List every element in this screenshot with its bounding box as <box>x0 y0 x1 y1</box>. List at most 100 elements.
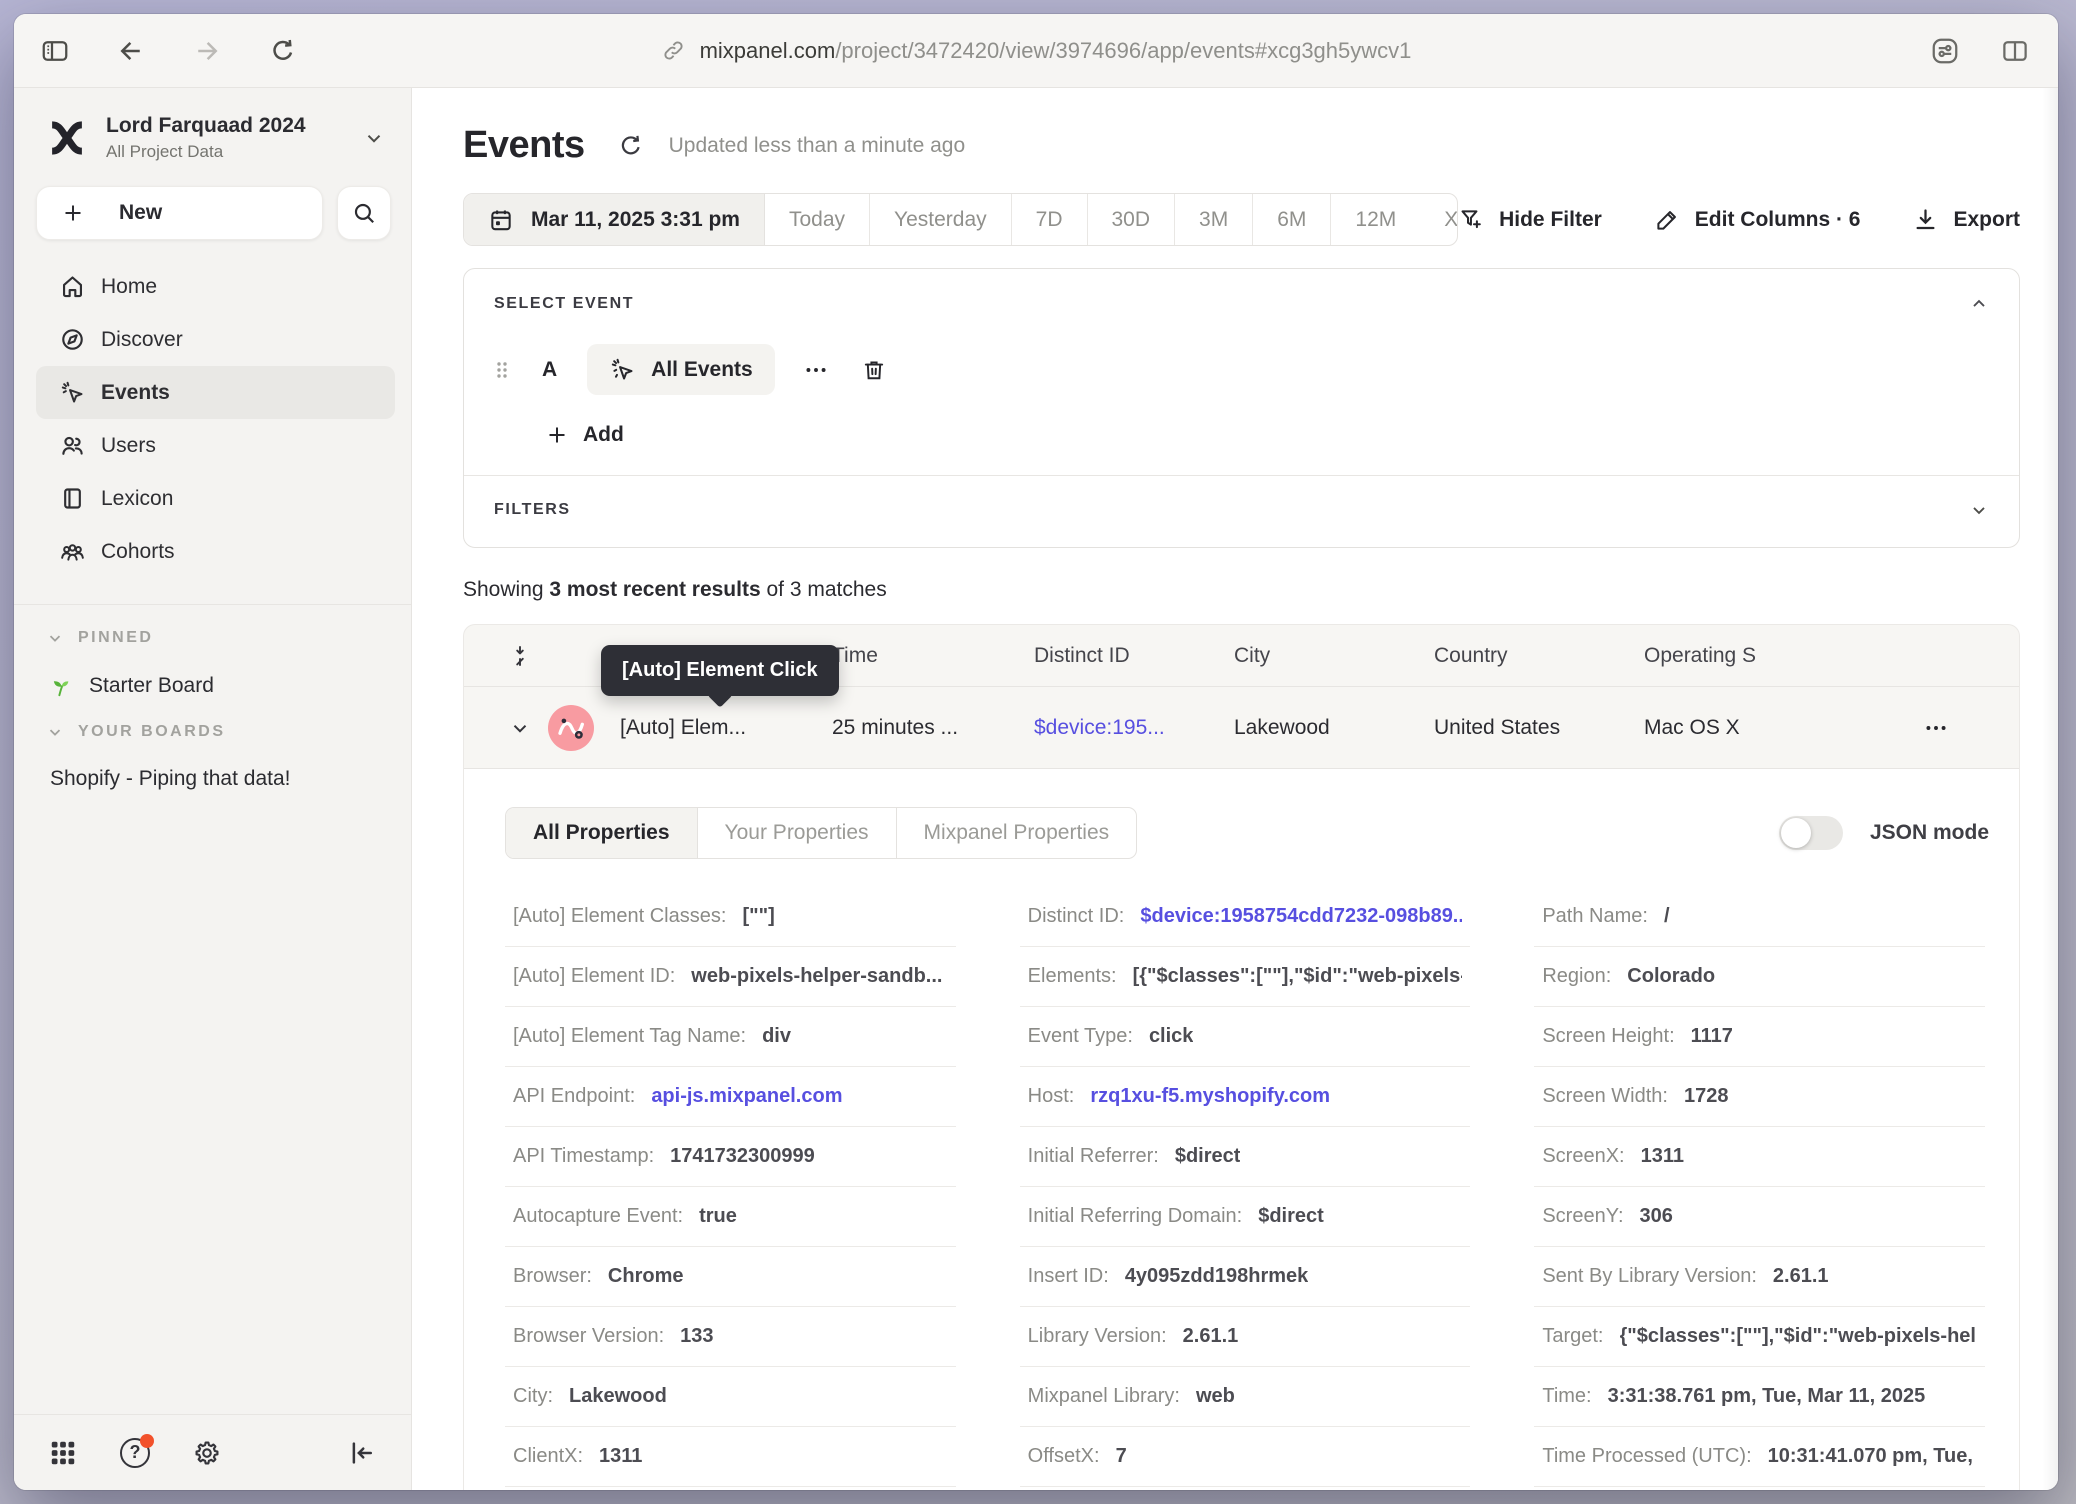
page-title: Events <box>463 124 585 167</box>
edit-columns-button[interactable]: Edit Columns · 6 <box>1654 206 1861 233</box>
add-event-button[interactable]: Add <box>545 423 1989 447</box>
sidebar-item-shopify-board[interactable]: Shopify - Piping that data! <box>14 767 411 791</box>
project-name: Lord Farquaad 2024 <box>106 114 345 138</box>
help-button[interactable]: ? <box>120 1438 150 1468</box>
property-label: Autocapture Event: <box>513 1205 683 1228</box>
sidebar: Lord Farquaad 2024 All Project Data New <box>14 88 412 1490</box>
cell-city: Lakewood <box>1234 716 1434 740</box>
sidebar-item-users[interactable]: Users <box>36 419 395 472</box>
range-button[interactable]: 7D <box>1012 194 1088 245</box>
toggle-knob <box>1781 818 1811 848</box>
cell-time: 25 minutes ... <box>832 716 1034 740</box>
trash-icon[interactable] <box>861 357 887 383</box>
chevron-up-icon[interactable] <box>1969 294 1989 314</box>
back-icon[interactable] <box>116 36 146 66</box>
tab-mixpanel-properties[interactable]: Mixpanel Properties <box>897 808 1137 858</box>
plus-icon <box>61 201 85 225</box>
collapse-all-rows-icon[interactable] <box>508 644 532 668</box>
collapse-sidebar-icon[interactable] <box>347 1438 377 1468</box>
property-value: 3:31:38.761 pm, Tue, Mar 11, 2025 <box>1608 1385 1926 1408</box>
property-label: Path Name: <box>1542 905 1648 928</box>
address-bar[interactable]: mixpanel.com/project/3472420/view/397469… <box>661 38 1412 64</box>
export-button[interactable]: Export <box>1912 206 2020 233</box>
property-label: Mixpanel Library: <box>1028 1385 1180 1408</box>
range-button[interactable]: 12M <box>1331 194 1420 245</box>
property-value: web <box>1196 1385 1235 1408</box>
search-button[interactable] <box>337 186 391 240</box>
gear-icon[interactable] <box>192 1438 222 1468</box>
property-value: 306 <box>1640 1205 1673 1228</box>
new-button-label: New <box>119 201 162 225</box>
property-value: web-pixels-helper-sandb... <box>691 965 942 988</box>
event-tooltip: [Auto] Element Click <box>601 645 839 696</box>
pinned-section-header[interactable]: PINNED <box>14 629 411 647</box>
column-header-distinct-id[interactable]: Distinct ID <box>1034 644 1234 668</box>
column-header-operating-system[interactable]: Operating S <box>1644 644 1923 668</box>
refresh-icon[interactable] <box>617 132 645 160</box>
property-label: Event Type: <box>1028 1025 1133 1048</box>
property-label: [Auto] Element ID: <box>513 965 675 988</box>
property-value: 1117 <box>1691 1025 1733 1048</box>
event-table-row[interactable]: [Auto] Elem... 25 minutes ... $device:19… <box>464 687 2019 769</box>
property-value: $direct <box>1175 1145 1241 1168</box>
tab-all-properties[interactable]: All Properties <box>506 808 698 858</box>
filter-plus-icon <box>1458 206 1485 233</box>
column-header-time[interactable]: Time <box>832 644 1034 668</box>
range-button[interactable]: 3M <box>1175 194 1253 245</box>
event-selector-chip[interactable]: All Events <box>587 344 775 395</box>
sidebar-item-discover[interactable]: Discover <box>36 313 395 366</box>
sidebar-item-starter-board[interactable]: Starter Board <box>14 673 411 699</box>
your-boards-section-label: YOUR BOARDS <box>78 723 226 741</box>
property-label: [Auto] Element Tag Name: <box>513 1025 746 1048</box>
property-label: ScreenX: <box>1542 1145 1624 1168</box>
json-mode-toggle[interactable] <box>1779 816 1843 850</box>
apps-grid-icon[interactable] <box>48 1438 78 1468</box>
range-button[interactable]: 30D <box>1088 194 1176 245</box>
property-value: 2.61.1 <box>1773 1265 1829 1288</box>
property-row: Library Version: 2.61.1 <box>1020 1307 1471 1367</box>
range-button[interactable]: 6M <box>1253 194 1331 245</box>
cell-country: United States <box>1434 716 1644 740</box>
sidebar-item-cohorts[interactable]: Cohorts <box>36 525 395 578</box>
your-boards-section-header[interactable]: YOUR BOARDS <box>14 723 411 741</box>
property-grid: [Auto] Element Classes: [""] [Auto] Elem… <box>505 887 2019 1487</box>
property-row: Insert ID: 4y095zdd198hrmek <box>1020 1247 1471 1307</box>
sidebar-item-home[interactable]: Home <box>36 260 395 313</box>
property-label: Target: <box>1542 1325 1603 1348</box>
row-expander-chevron-icon[interactable] <box>509 717 531 739</box>
property-value: api-js.mixpanel.com <box>651 1085 842 1108</box>
row-more-options-icon[interactable] <box>1923 715 1949 741</box>
range-button[interactable]: Yesterday <box>870 194 1012 245</box>
range-button-xtd[interactable]: XTD <box>1420 194 1458 245</box>
new-button[interactable]: New <box>36 186 323 240</box>
browser-sidebar-toggle-icon[interactable] <box>40 36 70 66</box>
cursor-click-icon <box>59 379 86 406</box>
property-row: [Auto] Element ID: web-pixels-helper-san… <box>505 947 956 1007</box>
column-header-country[interactable]: Country <box>1434 644 1644 668</box>
drag-handle-icon[interactable] <box>494 358 510 382</box>
property-row: Elements: [{"$classes":[""],"$id":"web-p… <box>1020 947 1471 1007</box>
more-options-icon[interactable] <box>803 357 829 383</box>
chevron-down-icon <box>46 629 64 647</box>
filters-panel-header[interactable]: FILTERS <box>494 476 1989 547</box>
tab-your-properties[interactable]: Your Properties <box>698 808 897 858</box>
hide-filter-button[interactable]: Hide Filter <box>1458 206 1602 233</box>
sidebar-item-lexicon[interactable]: Lexicon <box>36 472 395 525</box>
project-switcher[interactable]: Lord Farquaad 2024 All Project Data <box>14 88 411 162</box>
browser-toolbar: mixpanel.com/project/3472420/view/397469… <box>14 14 2058 88</box>
sidebar-item-events[interactable]: Events <box>36 366 395 419</box>
property-value: Colorado <box>1627 965 1715 988</box>
hide-filter-label: Hide Filter <box>1499 208 1602 232</box>
reload-icon[interactable] <box>268 36 298 66</box>
cell-distinct-id[interactable]: $device:195... <box>1034 716 1234 740</box>
property-value: {"$classes":[""],"$id":"web-pixels-hel..… <box>1620 1325 1978 1348</box>
column-header-city[interactable]: City <box>1234 644 1434 668</box>
property-value: 10:31:41.070 pm, Tue, ... <box>1768 1445 1977 1468</box>
extensions-icon[interactable] <box>1930 36 1960 66</box>
users-icon <box>59 432 86 459</box>
range-button[interactable]: Today <box>765 194 870 245</box>
search-icon <box>351 200 377 226</box>
forward-icon[interactable] <box>192 36 222 66</box>
split-view-icon[interactable] <box>2000 36 2030 66</box>
date-picker[interactable]: Mar 11, 2025 3:31 pm <box>464 194 765 245</box>
